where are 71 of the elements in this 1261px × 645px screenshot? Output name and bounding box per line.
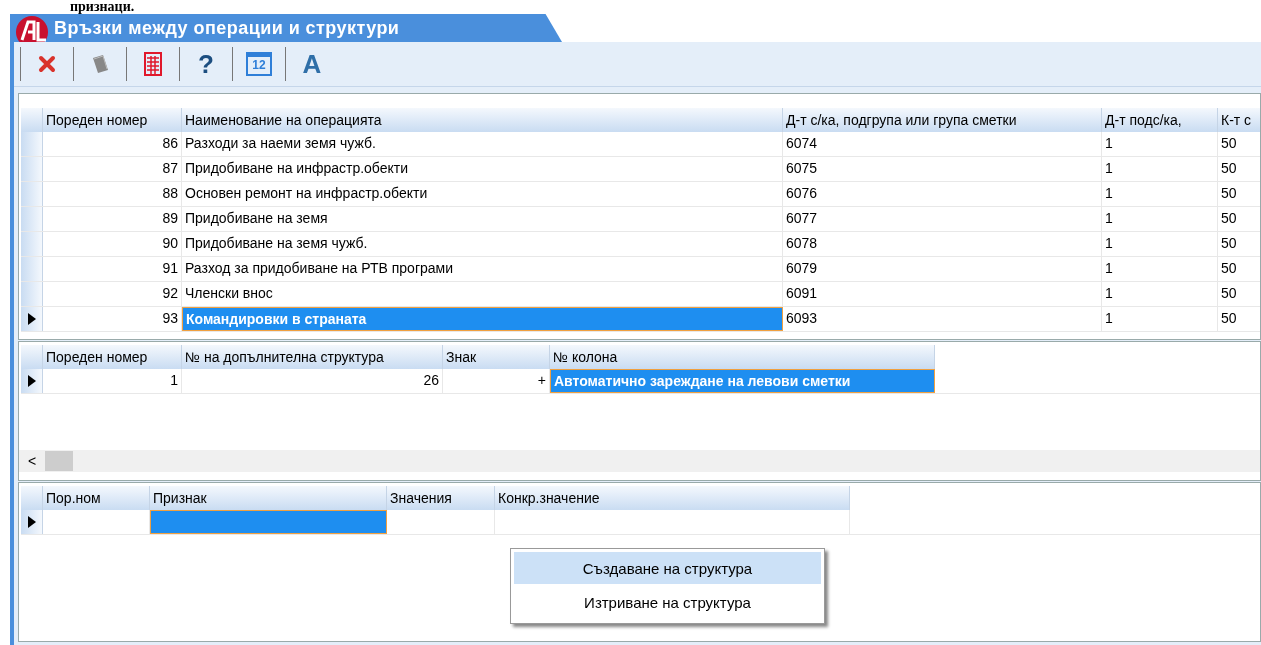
table-cell: 1 — [1102, 182, 1218, 206]
table-cell: Придобиване на земя — [182, 207, 783, 231]
table-cell: Придобиване на земя чужб. — [182, 232, 783, 256]
table-cell: 50 — [1218, 257, 1260, 281]
row-header[interactable] — [21, 510, 43, 534]
table-cell: 90 — [43, 232, 182, 256]
column-header[interactable]: Д-т с/ка, подгрупа или група сметки — [783, 108, 1102, 132]
table-cell: 87 — [43, 157, 182, 181]
table-cell: 91 — [43, 257, 182, 281]
table-cell: 1 — [1102, 307, 1218, 331]
table-cell: 1 — [1102, 157, 1218, 181]
column-header[interactable]: № колона — [550, 345, 935, 369]
scroll-left-arrow[interactable]: < — [19, 450, 45, 472]
selected-cell[interactable] — [150, 510, 387, 534]
column-header[interactable]: Признак — [150, 486, 387, 510]
table-cell: 89 — [43, 207, 182, 231]
corner-header[interactable] — [21, 108, 43, 132]
calculator-icon — [143, 51, 163, 77]
table-cell: 1 — [43, 369, 182, 393]
column-header[interactable]: Пор.ном — [43, 486, 150, 510]
column-header[interactable]: Наименование на операцията — [182, 108, 783, 132]
table-cell: Основен ремонт на инфрастр.обекти — [182, 182, 783, 206]
table-cell: 50 — [1218, 282, 1260, 306]
column-header[interactable]: Знак — [443, 345, 550, 369]
table-cell: Разходи за наеми земя чужб. — [182, 132, 783, 156]
table-cell: 50 — [1218, 132, 1260, 156]
scrollbar-thumb[interactable] — [45, 451, 73, 471]
document-text: признаци. — [70, 0, 136, 14]
column-header[interactable]: Пореден номер — [43, 108, 182, 132]
table-cell: Членски внос — [182, 282, 783, 306]
table-cell: 50 — [1218, 182, 1260, 206]
column-header[interactable]: № на допълнителна структура — [182, 345, 443, 369]
table-cell: 1 — [1102, 282, 1218, 306]
table-cell: 92 — [43, 282, 182, 306]
horizontal-scrollbar[interactable]: < — [19, 450, 1260, 472]
table-cell: 6077 — [783, 207, 1102, 231]
menu-item[interactable]: Създаване на структура — [514, 552, 821, 586]
table-cell: 6093 — [783, 307, 1102, 331]
table-cell: 1 — [1102, 257, 1218, 281]
column-header[interactable]: К-т с — [1218, 108, 1260, 132]
logo-icon — [14, 14, 50, 42]
table-cell: 6078 — [783, 232, 1102, 256]
table-cell: 50 — [1218, 157, 1260, 181]
menu-item[interactable]: Изтриване на структура — [514, 586, 821, 620]
table-cell: 6079 — [783, 257, 1102, 281]
help-button[interactable]: ? — [182, 44, 230, 84]
column-header[interactable]: Д-т подс/ка, — [1102, 108, 1218, 132]
table-cell: Придобиване на инфрастр.обекти — [182, 157, 783, 181]
table-cell: 50 — [1218, 232, 1260, 256]
table-cell: 50 — [1218, 307, 1260, 331]
table-cell: 26 — [182, 369, 443, 393]
table-cell: 1 — [1102, 207, 1218, 231]
column-header[interactable]: Пореден номер — [43, 345, 182, 369]
table-cell: 88 — [43, 182, 182, 206]
column-header[interactable]: Значения — [387, 486, 495, 510]
table-cell: 50 — [1218, 207, 1260, 231]
table-cell: 86 — [43, 132, 182, 156]
row-header[interactable] — [21, 307, 43, 331]
column-header[interactable]: Конкр.значение — [495, 486, 850, 510]
close-icon — [36, 53, 58, 75]
table-cell: 6075 — [783, 157, 1102, 181]
table-cell: 6091 — [783, 282, 1102, 306]
calendar-button[interactable]: 12 — [235, 44, 283, 84]
window-title: Връзки между операции и структури — [54, 16, 400, 40]
font-button[interactable]: A — [288, 44, 336, 84]
row-header[interactable] — [21, 369, 43, 393]
table-cell: 1 — [1102, 132, 1218, 156]
table-cell: 6076 — [783, 182, 1102, 206]
table-cell: Разход за придобиване на РТВ програми — [182, 257, 783, 281]
table-cell: 1 — [1102, 232, 1218, 256]
table-cell: 6074 — [783, 132, 1102, 156]
